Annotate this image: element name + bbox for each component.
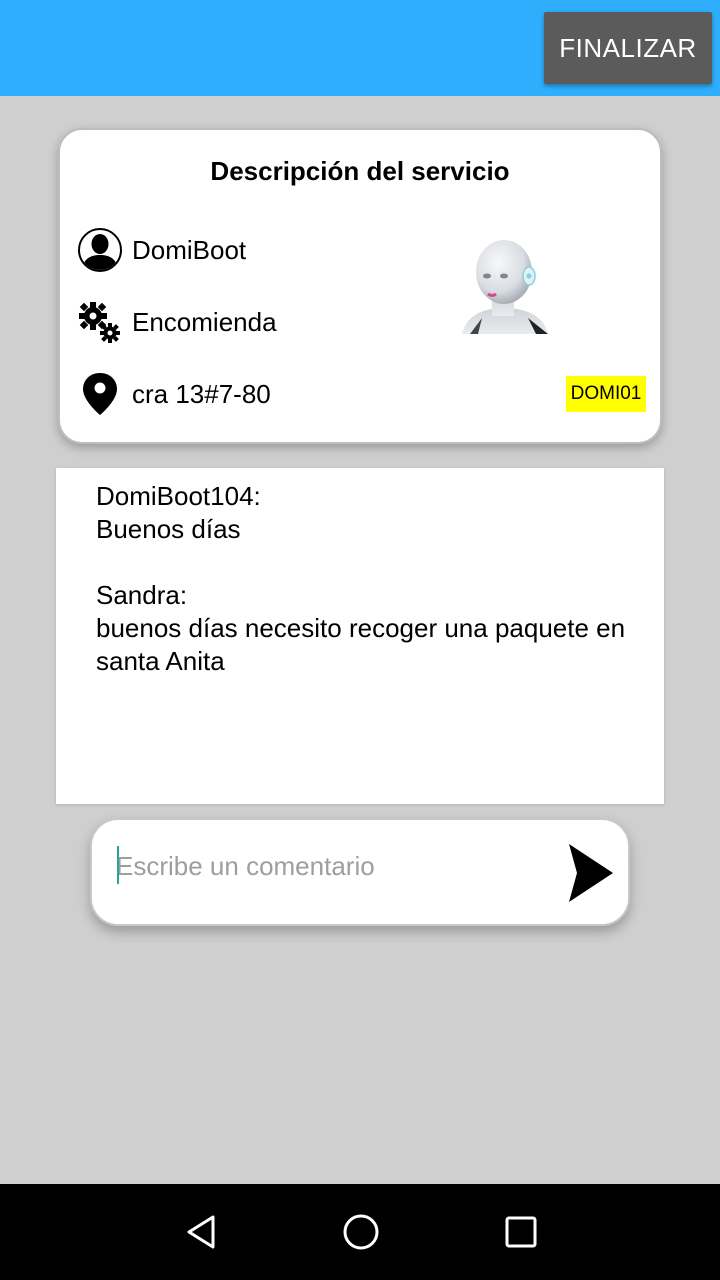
finish-button[interactable]: FINALIZAR — [544, 12, 712, 84]
send-button[interactable] — [564, 840, 618, 906]
service-type: Encomienda — [132, 306, 277, 337]
chat-message: Sandra: buenos días necesito recoger una… — [96, 579, 636, 678]
message-text: buenos días necesito recoger una paquete… — [96, 613, 626, 676]
robot-head-image — [432, 234, 562, 334]
user-name: DomiBoot — [132, 234, 247, 265]
send-icon — [569, 844, 613, 902]
user-row: DomiBoot — [76, 226, 246, 274]
comment-composer — [90, 818, 630, 926]
card-title: Descripción del servicio — [210, 156, 510, 186]
service-description-card: Descripción del servicio DomiBoot Encomi… — [58, 128, 662, 444]
service-type-row: Encomienda — [76, 298, 277, 346]
chat-message: DomiBoot104: Buenos días — [96, 480, 636, 546]
user-icon — [76, 226, 124, 274]
message-sender: Sandra: — [96, 580, 188, 610]
home-button[interactable] — [337, 1208, 385, 1256]
location-pin-icon — [76, 370, 124, 418]
app-bar: FINALIZAR — [0, 0, 720, 96]
back-triangle-icon — [187, 1215, 215, 1249]
comment-input[interactable] — [116, 844, 536, 888]
address-row: cra 13#7-80 — [76, 370, 271, 418]
system-navigation-bar — [0, 1184, 720, 1280]
recents-square-icon — [505, 1216, 537, 1248]
address: cra 13#7-80 — [132, 378, 271, 409]
home-circle-icon — [343, 1214, 379, 1250]
text-caret — [117, 846, 119, 884]
service-code-badge: DOMI01 — [566, 376, 646, 412]
chat-panel: DomiBoot104: Buenos días Sandra: buenos … — [56, 468, 664, 804]
back-button[interactable] — [177, 1208, 225, 1256]
recents-button[interactable] — [497, 1208, 545, 1256]
gears-icon — [76, 298, 124, 346]
message-sender: DomiBoot104: — [96, 481, 261, 511]
message-text: Buenos días — [96, 514, 241, 544]
